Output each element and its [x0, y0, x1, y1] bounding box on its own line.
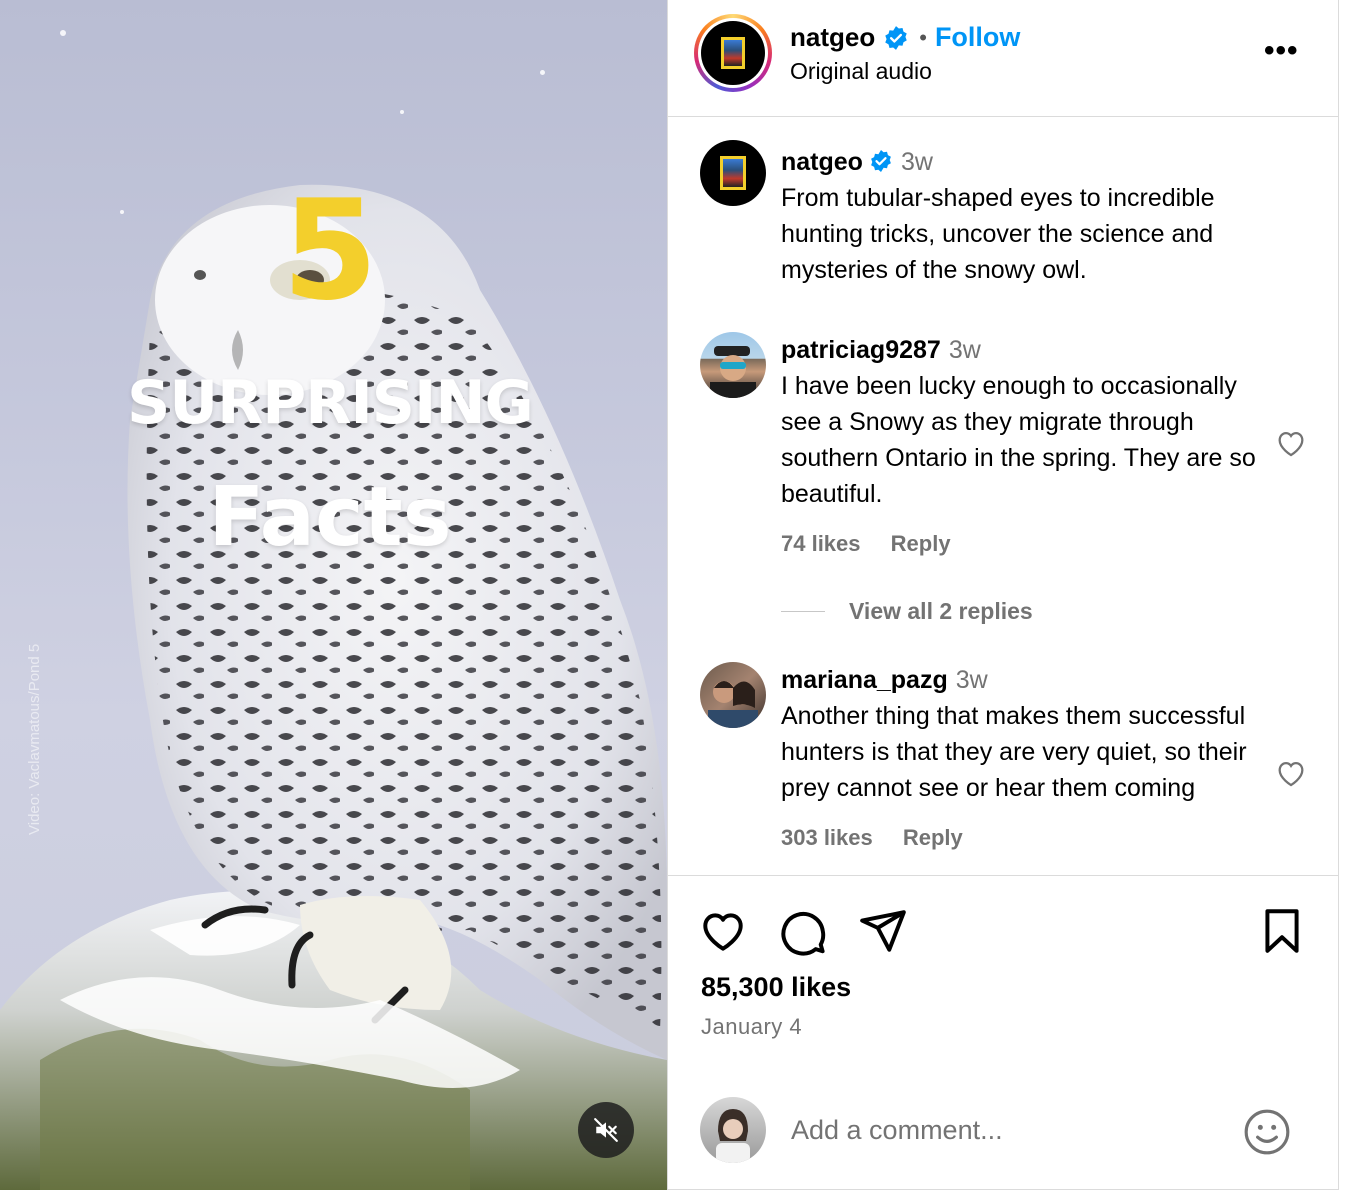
current-user-avatar: [700, 1097, 766, 1163]
comments-list[interactable]: natgeo 3w From tubular-shaped eyes to in…: [668, 118, 1338, 875]
overlay-title-line1: SURPRISING: [127, 368, 534, 438]
replies-divider: [781, 611, 825, 612]
comment-username[interactable]: patriciag9287: [781, 336, 941, 364]
verified-badge-icon: [885, 25, 907, 50]
caption-time: 3w: [900, 148, 933, 176]
comment-time: 3w: [955, 666, 988, 694]
post-details-pane: natgeo • Follow Original audio ••• natge…: [667, 0, 1339, 1190]
comment-likes[interactable]: 74 likes: [781, 531, 861, 556]
add-comment-bar: Add a comment...: [668, 1075, 1338, 1190]
comment-time: 3w: [948, 336, 981, 364]
add-comment-input[interactable]: Add a comment...: [791, 1115, 1003, 1146]
caption-avatar[interactable]: [700, 140, 766, 206]
mute-button[interactable]: [578, 1102, 634, 1158]
save-bookmark-icon[interactable]: [1257, 906, 1307, 956]
person-photo-icon: [716, 1109, 750, 1163]
separator-dot: •: [919, 24, 927, 50]
commenter-avatar[interactable]: [700, 332, 766, 398]
comment-username[interactable]: mariana_pazg: [781, 666, 948, 694]
verified-badge-icon: [871, 150, 891, 172]
comment-text: Another thing that makes them successful…: [781, 702, 1247, 802]
person-photo-icon: [710, 346, 756, 398]
caption-username[interactable]: natgeo: [781, 148, 863, 176]
video-credit: Video: Vaclavmatous/Pond 5: [26, 643, 43, 835]
audio-label[interactable]: Original audio: [790, 58, 932, 85]
post-date[interactable]: January 4: [701, 1014, 802, 1040]
post-media[interactable]: 5 SURPRISING Facts Video: Vaclavmatous/P…: [0, 0, 667, 1190]
avatar: [701, 21, 765, 85]
header-username[interactable]: natgeo: [790, 22, 875, 53]
view-replies-button[interactable]: View all 2 replies: [781, 598, 1033, 625]
reply-button[interactable]: Reply: [903, 825, 963, 850]
comment-likes[interactable]: 303 likes: [781, 825, 873, 850]
like-heart-icon[interactable]: [698, 906, 748, 956]
overlay-title-line2: Facts: [208, 470, 452, 565]
follow-button[interactable]: Follow: [935, 22, 1020, 53]
emoji-picker-icon[interactable]: [1242, 1107, 1292, 1157]
post-actions: 85,300 likes January 4: [668, 875, 1338, 1075]
caption-text: From tubular-shaped eyes to incredible h…: [781, 184, 1215, 284]
overlay-number: 5: [281, 170, 379, 331]
more-options-button[interactable]: •••: [1264, 34, 1299, 68]
comment-bubble-icon[interactable]: [778, 906, 828, 956]
post-likes-count[interactable]: 85,300 likes: [701, 972, 851, 1003]
like-comment-heart-icon[interactable]: [1274, 426, 1308, 460]
story-ring[interactable]: [694, 14, 772, 92]
reply-button[interactable]: Reply: [891, 531, 951, 556]
comment-text: I have been lucky enough to occasionally…: [781, 372, 1256, 508]
commenter-avatar[interactable]: [700, 662, 766, 728]
share-send-icon[interactable]: [858, 906, 908, 956]
person-photo-icon: [708, 681, 758, 728]
speaker-muted-icon: [594, 1118, 618, 1142]
like-comment-heart-icon[interactable]: [1274, 756, 1308, 790]
post-header: natgeo • Follow Original audio •••: [668, 0, 1338, 117]
view-replies-label: View all 2 replies: [849, 598, 1033, 624]
